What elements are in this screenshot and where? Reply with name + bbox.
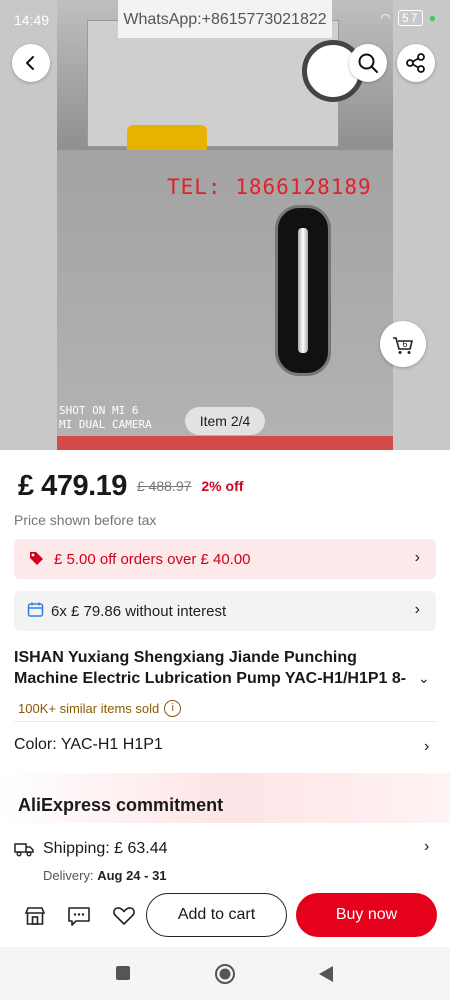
calendar-icon <box>27 602 44 617</box>
cart-count: 6 <box>402 339 407 349</box>
aliexpress-commitment-header: AliExpress commitment <box>0 773 450 823</box>
installment-banner[interactable]: 6x £ 79.86 without interest › <box>14 591 436 631</box>
chevron-right-icon: › <box>414 549 420 566</box>
divider <box>14 721 436 722</box>
coupon-text: £ 5.00 off orders over £ 40.00 <box>54 551 251 568</box>
chevron-down-icon[interactable]: ⌄ <box>418 670 430 687</box>
sold-count: 100K+ similar items sold i <box>18 700 182 717</box>
product-photo[interactable]: TEL: 1866128189 SHOT ON MI 6 MI DUAL CAM… <box>57 0 393 450</box>
buy-now-button[interactable]: Buy now <box>296 893 437 937</box>
chevron-right-icon[interactable]: › <box>424 738 429 756</box>
shipping-row[interactable]: Shipping: £ 63.44 <box>14 840 168 858</box>
camera-watermark: SHOT ON MI 6 MI DUAL CAMERA <box>59 404 152 432</box>
bottom-action-bar: Add to cart Buy now <box>0 885 450 947</box>
sold-count-text: 100K+ similar items sold <box>18 701 160 716</box>
chat-icon[interactable] <box>67 905 91 927</box>
tax-note: Price shown before tax <box>14 512 157 528</box>
shipping-text: Shipping: £ 63.44 <box>43 840 168 857</box>
camera-watermark-line1: SHOT ON MI 6 <box>59 404 139 417</box>
camera-watermark-line2: MI DUAL CAMERA <box>59 418 152 431</box>
recents-icon[interactable] <box>115 965 131 981</box>
chevron-right-icon: › <box>414 601 420 618</box>
system-navigation-bar <box>0 947 450 1000</box>
search-icon <box>358 53 378 73</box>
photo-sight-glass <box>275 205 331 376</box>
coupon-banner[interactable]: £ 5.00 off orders over £ 40.00 › <box>14 539 436 579</box>
photo-watermark-phone: TEL: 1866128189 <box>167 175 372 199</box>
commitment-title: AliExpress commitment <box>18 795 224 815</box>
discount-badge: 2% off <box>201 478 244 494</box>
heart-icon[interactable] <box>112 905 136 927</box>
back-nav-icon[interactable] <box>318 965 334 983</box>
share-button[interactable] <box>397 44 435 82</box>
delivery-label: Delivery: <box>43 868 98 883</box>
status-icons: ◠ 57 ● <box>380 10 438 26</box>
delivery-dates: Aug 24 - 31 <box>97 868 167 883</box>
chevron-right-icon[interactable]: › <box>424 838 429 856</box>
search-button[interactable] <box>349 44 387 82</box>
share-icon <box>406 53 425 73</box>
product-title[interactable]: ISHAN Yuxiang Shengxiang Jiande Punching… <box>14 647 416 689</box>
battery-icon: 57 <box>398 10 424 26</box>
price-row: £ 479.19 £ 488.97 2% off <box>18 466 243 506</box>
coupon-tag-icon <box>30 552 43 565</box>
status-time: 14:49 <box>14 12 50 28</box>
wifi-icon: ◠ <box>380 11 393 25</box>
store-icon[interactable] <box>24 905 46 927</box>
back-button[interactable] <box>12 44 50 82</box>
current-price: £ 479.19 <box>18 469 127 502</box>
add-to-cart-button[interactable]: Add to cart <box>146 893 287 937</box>
cart-icon: 6 <box>393 337 413 354</box>
photo-bottom-edge <box>57 436 393 450</box>
original-price: £ 488.97 <box>136 478 192 494</box>
cart-button[interactable]: 6 <box>380 321 426 367</box>
gallery-item-indicator: Item 2/4 <box>185 407 265 435</box>
notification-banner[interactable]: WhatsApp:+8615773021822 <box>118 0 332 38</box>
color-selector[interactable]: Color: YAC-H1 H1P1 <box>14 736 163 754</box>
delivery-estimate: Delivery: Aug 24 - 31 <box>43 868 167 883</box>
truck-icon <box>14 843 34 857</box>
photo-pump-unit <box>87 20 339 147</box>
chevron-left-icon <box>26 56 34 70</box>
home-icon[interactable] <box>214 963 236 985</box>
info-icon[interactable]: i <box>164 700 182 717</box>
notification-dot-icon: ● <box>428 11 438 25</box>
installment-text: 6x £ 79.86 without interest <box>51 603 227 620</box>
